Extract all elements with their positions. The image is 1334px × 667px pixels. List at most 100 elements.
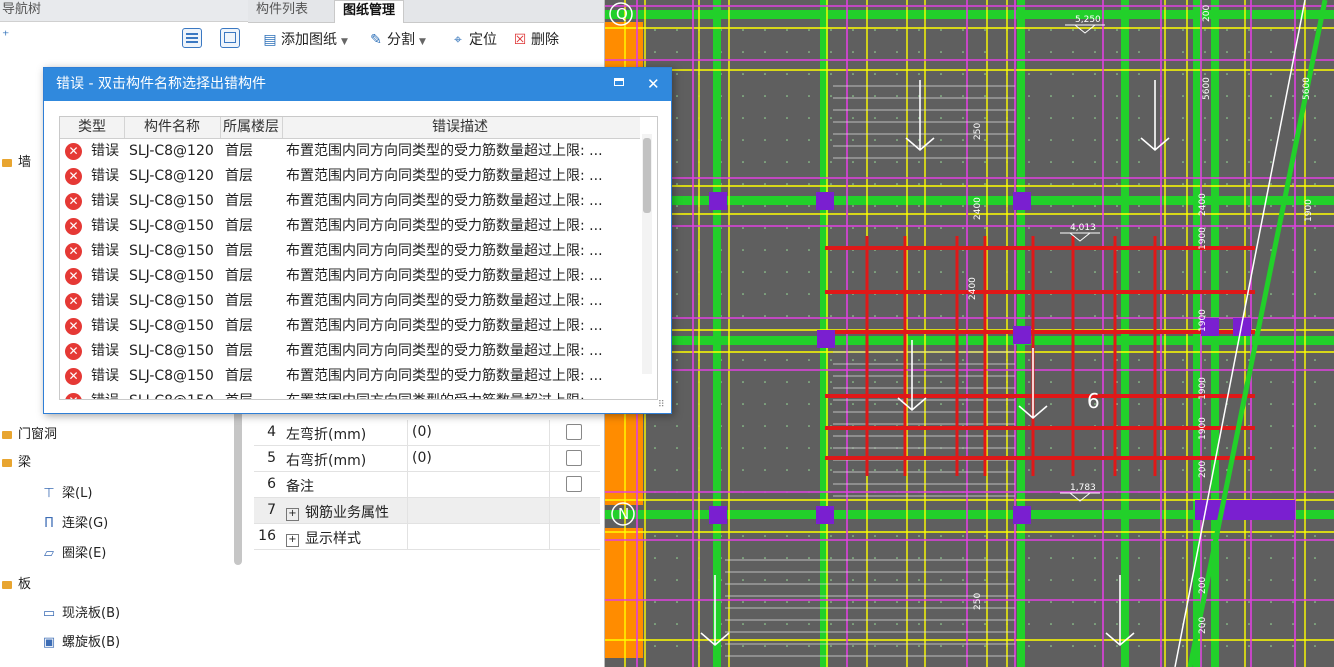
property-row[interactable]: 16 + 显示样式 <box>254 524 600 550</box>
property-checkbox[interactable] <box>566 424 582 440</box>
slab-hatch-dot <box>1292 51 1294 53</box>
list-icon <box>186 33 198 35</box>
slab-hatch-dot <box>1182 205 1184 207</box>
error-icon: ✕ <box>65 243 82 260</box>
slab-hatch-dot <box>1226 645 1228 647</box>
tree-folder-door-window[interactable]: 门窗洞 <box>2 424 57 446</box>
slab-hatch-dot <box>984 183 986 185</box>
component-name[interactable]: SLJ-C8@120 <box>129 164 214 189</box>
expand-icon[interactable]: + <box>286 508 299 521</box>
tab-drawing-management[interactable]: 图纸管理 <box>334 0 405 23</box>
slab-hatch-dot <box>984 645 986 647</box>
pin-icon[interactable]: ⁺ <box>2 28 9 44</box>
split-button[interactable]: ✎ 分割 ▼ <box>368 30 426 50</box>
slab-hatch-dot <box>852 403 854 405</box>
maximize-icon[interactable] <box>614 78 624 86</box>
slab-hatch-dot <box>874 315 876 317</box>
component-name[interactable]: SLJ-C8@150 <box>129 339 214 364</box>
property-index: 4 <box>267 424 276 440</box>
error-list-header: 类型 构件名称 所属楼层 错误描述 <box>60 117 640 139</box>
dimension-text: 250 <box>973 123 983 140</box>
component-name[interactable]: SLJ-C8@150 <box>129 314 214 339</box>
tree-item-cast-slab[interactable]: ▭ 现浇板(B) <box>40 603 120 625</box>
locate-button[interactable]: ⌖ 定位 <box>450 30 497 50</box>
slab-hatch-dot <box>808 447 810 449</box>
slab-hatch-dot <box>676 469 678 471</box>
slab-hatch-dot <box>1050 557 1052 559</box>
error-row[interactable]: ✕ 错误 SLJ-C8@150 首层 布置范围内同方向同类型的受力筋数量超过上限: ..… <box>60 289 640 314</box>
component-name[interactable]: SLJ-C8@150 <box>129 239 214 264</box>
cad-drawing-canvas[interactable]: Q N 5,250 4,013 1,783 5600 5600 2400 1900 1900 190… <box>605 0 1334 667</box>
grid-view-button[interactable] <box>220 28 240 48</box>
property-checkbox[interactable] <box>566 450 582 466</box>
property-row[interactable]: 7 + 钢筋业务属性 <box>254 498 600 524</box>
tree-label: 板 <box>18 577 32 592</box>
property-row[interactable]: 5 右弯折(mm) (0) <box>254 446 600 472</box>
slab-hatch-dot <box>1204 183 1206 185</box>
slab-hatch-dot <box>1094 645 1096 647</box>
tree-folder-slab[interactable]: 板 <box>2 574 31 596</box>
add-drawing-button[interactable]: ▤ 添加图纸 ▼ <box>262 30 348 50</box>
error-row[interactable]: ✕ 错误 SLJ-C8@150 首层 布置范围内同方向同类型的受力筋数量超过上限: ..… <box>60 389 640 399</box>
delete-button[interactable]: ☒ 删除 <box>512 30 559 50</box>
slab-hatch-dot <box>1050 623 1052 625</box>
slab-hatch-dot <box>984 95 986 97</box>
slab-hatch-dot <box>830 315 832 317</box>
component-name[interactable]: SLJ-C8@150 <box>129 289 214 314</box>
slab-hatch-dot <box>874 579 876 581</box>
property-value[interactable]: (0) <box>412 450 432 466</box>
error-row[interactable]: ✕ 错误 SLJ-C8@150 首层 布置范围内同方向同类型的受力筋数量超过上限: ..… <box>60 239 640 264</box>
error-row[interactable]: ✕ 错误 SLJ-C8@120 首层 布置范围内同方向同类型的受力筋数量超过上限: ..… <box>60 139 640 164</box>
slab-hatch-dot <box>1028 161 1030 163</box>
tab-component-list[interactable]: 构件列表 <box>248 0 316 22</box>
col-header-floor[interactable]: 所属楼层 <box>220 117 283 138</box>
tree-item-ring-beam[interactable]: ▱ 圈梁(E) <box>40 543 106 565</box>
tree-item-spiral-slab[interactable]: ▣ 螺旋板(B) <box>40 632 120 654</box>
dialog-title-bar[interactable]: 错误 - 双击构件名称选择出错构件 ✕ <box>44 68 671 101</box>
col-header-desc[interactable]: 错误描述 <box>282 117 638 138</box>
property-value[interactable]: (0) <box>412 424 432 440</box>
slab-hatch-dot <box>874 95 876 97</box>
slab-hatch-dot <box>786 425 788 427</box>
error-row[interactable]: ✕ 错误 SLJ-C8@150 首层 布置范围内同方向同类型的受力筋数量超过上限: ..… <box>60 214 640 239</box>
slab-hatch-dot <box>1050 227 1052 229</box>
property-checkbox[interactable] <box>566 476 582 492</box>
dimension-text: 200 <box>1198 617 1208 634</box>
scrollbar-thumb[interactable] <box>643 138 651 213</box>
error-row[interactable]: ✕ 错误 SLJ-C8@150 首层 布置范围内同方向同类型的受力筋数量超过上限: ..… <box>60 189 640 214</box>
error-row[interactable]: ✕ 错误 SLJ-C8@120 首层 布置范围内同方向同类型的受力筋数量超过上限: ..… <box>60 164 640 189</box>
slab-hatch-dot <box>786 227 788 229</box>
component-name[interactable]: SLJ-C8@150 <box>129 364 214 389</box>
slab-hatch-dot <box>1248 557 1250 559</box>
tree-folder-wall[interactable]: 墙 <box>2 152 31 174</box>
tree-folder-beam[interactable]: 梁 <box>2 452 31 474</box>
component-name[interactable]: SLJ-C8@150 <box>129 214 214 239</box>
slab-hatch-dot <box>1270 359 1272 361</box>
close-icon[interactable]: ✕ <box>647 68 660 101</box>
expand-icon[interactable]: + <box>286 534 299 547</box>
error-row[interactable]: ✕ 错误 SLJ-C8@150 首层 布置范围内同方向同类型的受力筋数量超过上限: ..… <box>60 339 640 364</box>
tree-item-beam[interactable]: ⊤ 梁(L) <box>40 483 92 505</box>
slab-hatch-dot <box>1050 51 1052 53</box>
slab-hatch-dot <box>1094 51 1096 53</box>
col-header-type[interactable]: 类型 <box>60 117 125 138</box>
list-view-button[interactable] <box>182 28 202 48</box>
col-header-name[interactable]: 构件名称 <box>124 117 221 138</box>
resize-grip-icon[interactable]: ⠿ <box>658 400 665 410</box>
error-row[interactable]: ✕ 错误 SLJ-C8@150 首层 布置范围内同方向同类型的受力筋数量超过上限: ..… <box>60 264 640 289</box>
column-divider <box>407 420 408 445</box>
tree-item-coupling-beam[interactable]: Π 连梁(G) <box>40 513 108 535</box>
component-name[interactable]: SLJ-C8@150 <box>129 189 214 214</box>
component-name[interactable]: SLJ-C8@120 <box>129 139 214 164</box>
slab-hatch-dot <box>808 271 810 273</box>
component-name[interactable]: SLJ-C8@150 <box>129 264 214 289</box>
grid-icon <box>224 32 236 43</box>
slab-hatch-dot <box>786 139 788 141</box>
slab-hatch-dot <box>1116 535 1118 537</box>
error-row[interactable]: ✕ 错误 SLJ-C8@150 首层 布置范围内同方向同类型的受力筋数量超过上限: ..… <box>60 314 640 339</box>
component-name[interactable]: SLJ-C8@150 <box>129 389 214 399</box>
property-row[interactable]: 6 备注 <box>254 472 600 498</box>
slab-hatch-dot <box>654 29 656 31</box>
error-row[interactable]: ✕ 错误 SLJ-C8@150 首层 布置范围内同方向同类型的受力筋数量超过上限: ..… <box>60 364 640 389</box>
property-row[interactable]: 4 左弯折(mm) (0) <box>254 420 600 446</box>
